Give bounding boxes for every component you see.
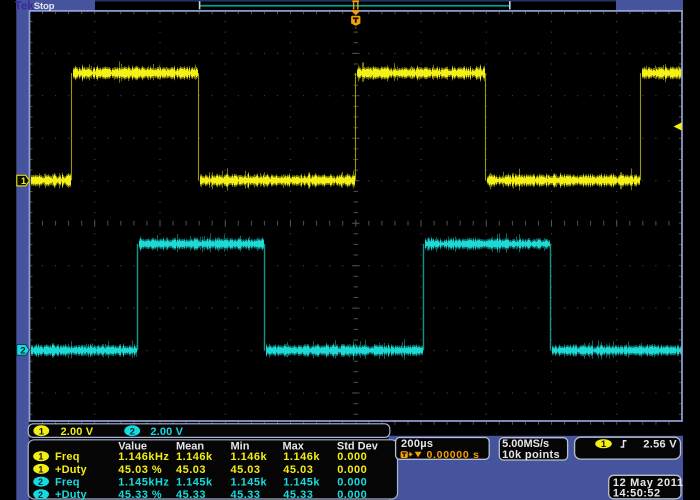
svg-text:1.146kHz: 1.146kHz xyxy=(118,451,169,463)
svg-text:45.03: 45.03 xyxy=(231,464,261,476)
svg-text:1.146k: 1.146k xyxy=(283,451,320,463)
svg-text:45.03 %: 45.03 % xyxy=(118,464,162,476)
svg-text:45.33: 45.33 xyxy=(176,489,206,500)
svg-text:2: 2 xyxy=(38,490,43,500)
svg-text:Stop: Stop xyxy=(34,1,55,12)
svg-text:Freq: Freq xyxy=(55,451,80,463)
svg-text:0.000: 0.000 xyxy=(337,477,367,489)
svg-text:14:50:52: 14:50:52 xyxy=(613,487,661,499)
svg-text:2.56 V: 2.56 V xyxy=(643,438,677,450)
svg-text:1.145k: 1.145k xyxy=(283,477,320,489)
svg-text:1: 1 xyxy=(38,452,43,462)
svg-text:Freq: Freq xyxy=(55,477,80,489)
svg-text:45.33: 45.33 xyxy=(231,489,261,500)
svg-text:+Duty: +Duty xyxy=(55,489,88,500)
svg-text:2: 2 xyxy=(38,477,43,487)
svg-text:1: 1 xyxy=(38,464,43,474)
svg-text:0.000: 0.000 xyxy=(337,464,367,476)
svg-text:45.03: 45.03 xyxy=(283,464,313,476)
svg-text:0.00000 s: 0.00000 s xyxy=(427,449,480,461)
svg-text:1.146k: 1.146k xyxy=(231,451,268,463)
svg-text:1: 1 xyxy=(21,176,27,187)
svg-text:2.00 V: 2.00 V xyxy=(61,426,94,438)
svg-text:2: 2 xyxy=(20,346,25,357)
svg-text:1.145kHz: 1.145kHz xyxy=(118,477,169,489)
svg-text:2: 2 xyxy=(130,426,135,437)
svg-text:45.33 %: 45.33 % xyxy=(118,489,162,500)
svg-text:1.146k: 1.146k xyxy=(176,451,213,463)
svg-text:Tek: Tek xyxy=(15,1,35,13)
svg-text:1.145k: 1.145k xyxy=(176,477,213,489)
svg-text:0.000: 0.000 xyxy=(337,489,367,500)
svg-text:2.00 V: 2.00 V xyxy=(150,426,183,438)
svg-text:45.33: 45.33 xyxy=(283,489,313,500)
svg-text:1: 1 xyxy=(601,439,607,450)
svg-text:+Duty: +Duty xyxy=(55,464,88,476)
svg-text:1: 1 xyxy=(39,426,45,437)
svg-text:10k points: 10k points xyxy=(502,449,560,461)
svg-text:45.03: 45.03 xyxy=(176,464,206,476)
svg-text:0.000: 0.000 xyxy=(337,451,367,463)
svg-text:1.145k: 1.145k xyxy=(231,477,268,489)
